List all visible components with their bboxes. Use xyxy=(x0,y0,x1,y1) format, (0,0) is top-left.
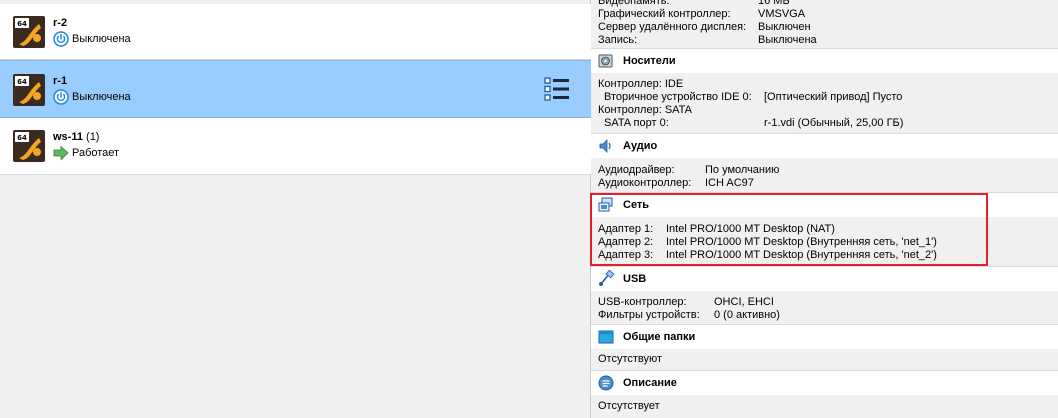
detail-row: Сервер удалённого дисплея: Выключен xyxy=(598,21,811,33)
detail-row: Контроллер: IDE xyxy=(598,78,684,90)
vm-os-ubuntu64-icon: 64 xyxy=(13,130,45,162)
section-header[interactable]: Общие папки xyxy=(591,325,1058,349)
section-title: Аудио xyxy=(623,140,658,152)
detail-row: SATA порт 0: r-1.vdi (Обычный, 25,00 ГБ) xyxy=(604,117,904,129)
network-icon xyxy=(598,197,613,212)
detail-row: Отсутствуют xyxy=(598,353,663,365)
detail-row: Адаптер 2: Intel PRO/1000 MT Desktop (Вну… xyxy=(598,236,937,248)
power-off-icon xyxy=(53,89,69,105)
detail-row: Отсутствует xyxy=(598,400,660,412)
detail-row: Аудиоконтроллер: ICH AC97 xyxy=(598,177,754,189)
section-usb: USB USB-контроллер: OHCI, EHCI Фильтры ус… xyxy=(591,266,1058,324)
section-header[interactable]: Аудио xyxy=(591,134,1058,158)
vm-item-r-2[interactable]: 64 r-2 Выключена xyxy=(0,4,591,60)
speaker-icon xyxy=(599,139,611,153)
detail-row: Видеопамять: 16 МБ xyxy=(598,0,790,7)
vm-state: Работает xyxy=(53,145,119,161)
section-header[interactable]: Носители xyxy=(591,49,1058,73)
vm-state-label: Выключена xyxy=(72,33,131,45)
section-title: Общие папки xyxy=(623,331,696,343)
detail-row: Адаптер 1: Intel PRO/1000 MT Desktop (NAT… xyxy=(598,223,835,235)
detail-row: USB-контроллер: OHCI, EHCI xyxy=(598,296,774,308)
vm-state-label: Работает xyxy=(72,147,120,159)
svg-text:64: 64 xyxy=(17,78,27,86)
detail-row: Запись: Выключена xyxy=(598,34,817,46)
folder-icon xyxy=(598,330,614,344)
vm-tools-menu-icon[interactable] xyxy=(544,76,570,102)
vm-session-count: (1) xyxy=(86,131,100,143)
vm-name: r-2 xyxy=(53,17,68,29)
section-shared-folders: Общие папки Отсутствуют xyxy=(591,324,1058,370)
usb-icon xyxy=(599,270,615,286)
detail-row: Контроллер: SATA xyxy=(598,104,692,116)
storage-icon xyxy=(598,54,613,68)
vm-state: Выключена xyxy=(53,89,131,105)
detail-row: Аудиодрайвер: По умолчанию xyxy=(598,164,780,176)
section-title: Носители xyxy=(623,55,676,67)
vm-os-ubuntu64-icon: 64 xyxy=(13,74,45,106)
power-off-icon xyxy=(53,31,69,47)
section-description: Описание Отсутствует xyxy=(591,370,1058,418)
section-network: Сеть Адаптер 1: Intel PRO/1000 MT Desktop… xyxy=(591,192,1058,266)
vm-name: r-1 xyxy=(53,75,68,87)
vm-details-pane: Видеопамять: 16 МБ Графический контроллер… xyxy=(591,0,1058,418)
section-storage: Носители Контроллер: IDE Вторичное устро… xyxy=(591,48,1058,133)
svg-text:64: 64 xyxy=(17,20,27,28)
vm-list[interactable]: 64 r-2 Выключена 64 r-1 Выключена 64 ws-… xyxy=(0,0,591,418)
vm-state: Выключена xyxy=(53,31,131,47)
svg-text:64: 64 xyxy=(17,134,27,142)
detail-row: Фильтры устройств: 0 (0 активно) xyxy=(598,309,780,321)
section-header[interactable]: Описание xyxy=(591,371,1058,395)
vm-os-ubuntu64-icon: 64 xyxy=(13,16,45,48)
section-audio: Аудио Аудиодрайвер: По умолчанию Аудиокон… xyxy=(591,133,1058,192)
vm-item-ws-11[interactable]: 64 ws-11 (1) Работает xyxy=(0,118,591,175)
section-title: Описание xyxy=(623,377,677,389)
section-header[interactable]: Сеть xyxy=(591,193,1058,217)
vm-state-label: Выключена xyxy=(72,91,131,103)
description-icon xyxy=(598,375,614,391)
vm-name: ws-11 (1) xyxy=(53,131,100,143)
virtualbox-manager: 64 r-2 Выключена 64 r-1 Выключена 64 ws-… xyxy=(0,0,1058,418)
section-display: Видеопамять: 16 МБ Графический контроллер… xyxy=(591,0,1058,48)
vm-item-r-1[interactable]: 64 r-1 Выключена xyxy=(0,60,591,118)
detail-row: Вторичное устройство IDE 0: [Оптический п… xyxy=(604,91,903,103)
section-header[interactable]: USB xyxy=(591,267,1058,291)
running-arrow-icon xyxy=(53,145,69,161)
detail-row: Графический контроллер: VMSVGA xyxy=(598,8,806,20)
section-title: USB xyxy=(623,273,647,285)
section-title: Сеть xyxy=(623,199,650,211)
detail-row: Адаптер 3: Intel PRO/1000 MT Desktop (Вну… xyxy=(598,249,937,261)
